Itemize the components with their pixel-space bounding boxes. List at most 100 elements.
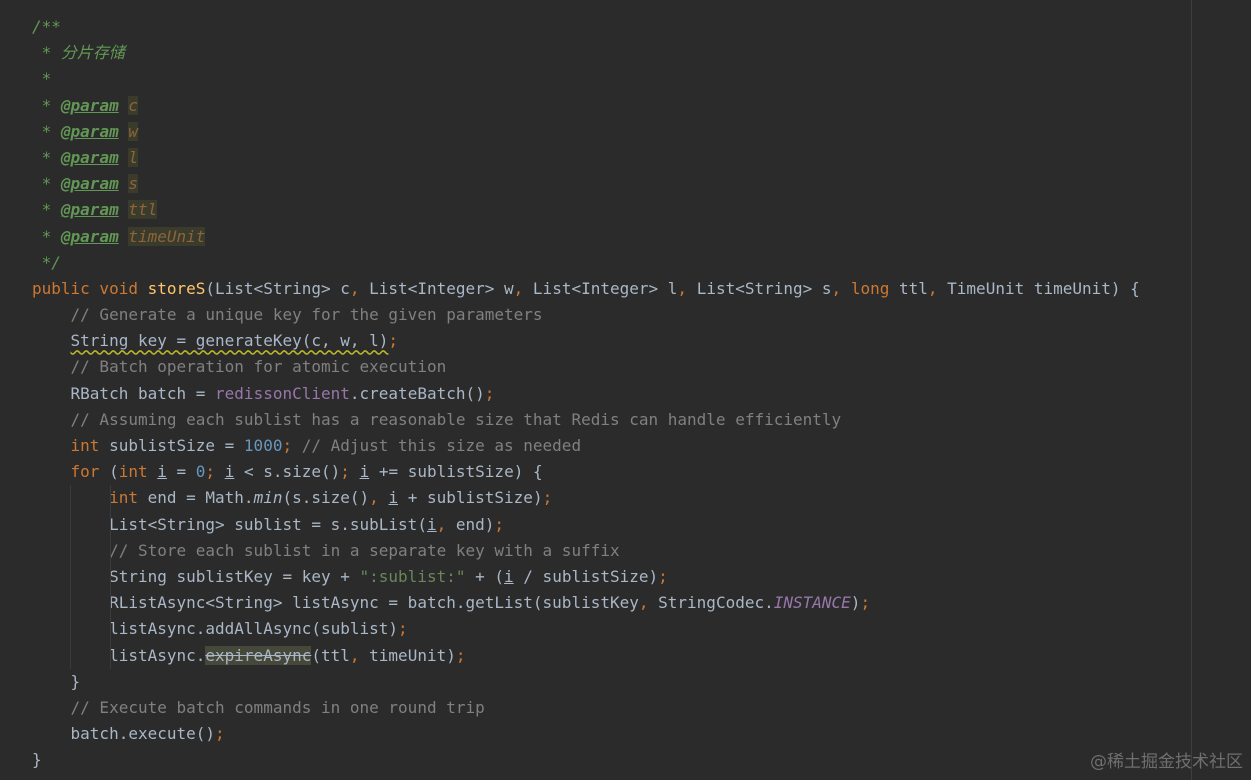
code-token: (List<String> c xyxy=(205,278,350,298)
code-token: , xyxy=(349,645,370,665)
doc-comment-text: */ xyxy=(32,252,61,272)
code-line[interactable]: // Assuming each sublist has a reasonabl… xyxy=(32,407,1140,433)
code-token: i xyxy=(359,462,370,482)
doc-param-name: timeUnit xyxy=(128,226,206,246)
code-token: , xyxy=(638,593,659,613)
doc-comment-prefix: * xyxy=(32,226,61,246)
code-token: batch.execute() xyxy=(70,724,216,744)
code-line[interactable]: * @param w xyxy=(32,119,1140,145)
indent-guide xyxy=(110,485,111,512)
code-area[interactable]: /** * 分片存储 * * @param c * @param w * @pa… xyxy=(32,14,1140,773)
code-token: , xyxy=(369,488,389,508)
doc-param-name: s xyxy=(128,174,138,194)
code-token: ( xyxy=(109,462,119,482)
code-token: (s.size() xyxy=(282,488,370,508)
code-line[interactable]: // Batch operation for atomic execution xyxy=(32,354,1140,380)
code-line[interactable]: listAsync.addAllAsync(sublist); xyxy=(32,616,1140,643)
doc-comment-text: /** xyxy=(32,17,61,36)
code-token: RBatch batch = xyxy=(70,383,216,403)
doc-comment-prefix: * xyxy=(32,121,61,141)
indent-guide xyxy=(110,616,111,643)
code-token: + ( xyxy=(465,566,505,586)
code-line[interactable]: batch.execute(); xyxy=(32,721,1140,747)
code-line[interactable]: } xyxy=(32,747,1140,773)
doc-param-name: c xyxy=(128,95,138,115)
code-line[interactable]: List<String> sublist = s.subList(i, end)… xyxy=(32,511,1140,538)
right-margin-guide xyxy=(1191,0,1192,780)
code-token: ttl xyxy=(898,278,928,298)
code-token: , xyxy=(677,278,697,298)
code-line[interactable]: // Store each sublist in a separate key … xyxy=(32,537,1140,564)
doc-param-tag: @param xyxy=(60,121,119,141)
code-token: += sublistSize) { xyxy=(369,462,543,482)
doc-comment-prefix: * xyxy=(32,147,61,167)
code-token: RListAsync<String> listAsync = batch.get… xyxy=(109,593,639,613)
code-line[interactable]: * @param s xyxy=(32,171,1140,197)
code-token: // Store each sublist in a separate key … xyxy=(109,540,620,560)
code-line[interactable]: RBatch batch = redissonClient.createBatc… xyxy=(32,381,1140,407)
code-token: ; xyxy=(455,645,466,665)
code-token: int xyxy=(118,462,158,482)
code-line[interactable]: RListAsync<String> listAsync = batch.get… xyxy=(32,590,1140,617)
doc-param-tag: @param xyxy=(60,226,119,246)
indent-guide xyxy=(110,642,111,669)
code-line[interactable]: public void storeS(List<String> c, List<… xyxy=(32,276,1140,302)
code-token: = xyxy=(166,462,196,482)
indent-guide xyxy=(70,590,71,617)
code-token: .createBatch() xyxy=(349,383,485,403)
code-token: ; xyxy=(215,724,225,744)
code-token: ; xyxy=(542,488,553,508)
doc-comment-text: * 分片存储 xyxy=(32,43,125,63)
code-token: String key = generateKey(c, w, l) xyxy=(70,331,389,351)
code-token: } xyxy=(70,671,81,691)
code-line[interactable]: int sublistSize = 1000; // Adjust this s… xyxy=(32,433,1140,459)
code-line[interactable]: * @param c xyxy=(32,93,1140,119)
indent-guide xyxy=(110,563,111,591)
indent-guide xyxy=(70,511,71,538)
indent-guide xyxy=(70,485,71,512)
code-token: ; xyxy=(388,331,399,351)
code-token: , long xyxy=(831,278,899,298)
code-line[interactable]: for (int i = 0; i < s.size(); i += subli… xyxy=(32,459,1140,485)
code-token: ; xyxy=(282,436,302,455)
code-token: ; xyxy=(494,514,505,534)
code-line[interactable]: /** xyxy=(32,14,1140,40)
code-token: + sublistSize) xyxy=(398,488,543,508)
code-line[interactable]: * @param ttl xyxy=(32,197,1140,223)
doc-comment-prefix: * xyxy=(32,174,61,194)
code-line[interactable]: * xyxy=(32,66,1140,92)
code-token: ; xyxy=(205,462,225,482)
code-editor[interactable]: /** * 分片存储 * * @param c * @param w * @pa… xyxy=(0,0,1251,780)
code-token: listAsync. xyxy=(109,645,206,665)
code-line[interactable]: * 分片存储 xyxy=(32,40,1140,66)
code-token: ; xyxy=(340,462,360,482)
watermark: @稀土掘金技术社区 xyxy=(1090,752,1243,772)
code-token: ; xyxy=(658,566,668,586)
code-token: ) xyxy=(850,593,861,613)
code-token: for xyxy=(70,462,110,482)
doc-param-tag: @param xyxy=(60,95,119,115)
code-token: listAsync.addAllAsync(sublist) xyxy=(109,619,399,639)
code-token: , xyxy=(349,278,370,298)
indent-guide xyxy=(110,511,111,538)
code-token: ":sublist:" xyxy=(359,566,466,586)
code-line[interactable]: String key = generateKey(c, w, l); xyxy=(32,328,1140,354)
code-line[interactable]: listAsync.expireAsync(ttl, timeUnit); xyxy=(32,642,1140,669)
code-line[interactable]: // Generate a unique key for the given p… xyxy=(32,302,1140,328)
code-line[interactable]: } xyxy=(32,669,1140,695)
code-token: List<Integer> l xyxy=(532,278,678,298)
code-line[interactable]: String sublistKey = key + ":sublist:" + … xyxy=(32,563,1140,591)
code-line[interactable]: // Execute batch commands in one round t… xyxy=(32,695,1140,721)
code-token: 1000 xyxy=(243,436,283,455)
code-token: public void xyxy=(32,278,148,298)
indent-guide xyxy=(70,537,71,564)
code-line[interactable]: int end = Math.min(s.size(), i + sublist… xyxy=(32,485,1140,512)
code-token: sublistSize = xyxy=(109,436,244,455)
code-token: } xyxy=(32,750,42,770)
code-token: end = Math. xyxy=(147,488,254,508)
indent-guide xyxy=(70,642,71,669)
code-line[interactable]: */ xyxy=(32,250,1140,276)
code-line[interactable]: * @param timeUnit xyxy=(32,224,1140,250)
code-line[interactable]: * @param l xyxy=(32,145,1140,171)
code-token: min xyxy=(253,488,283,508)
